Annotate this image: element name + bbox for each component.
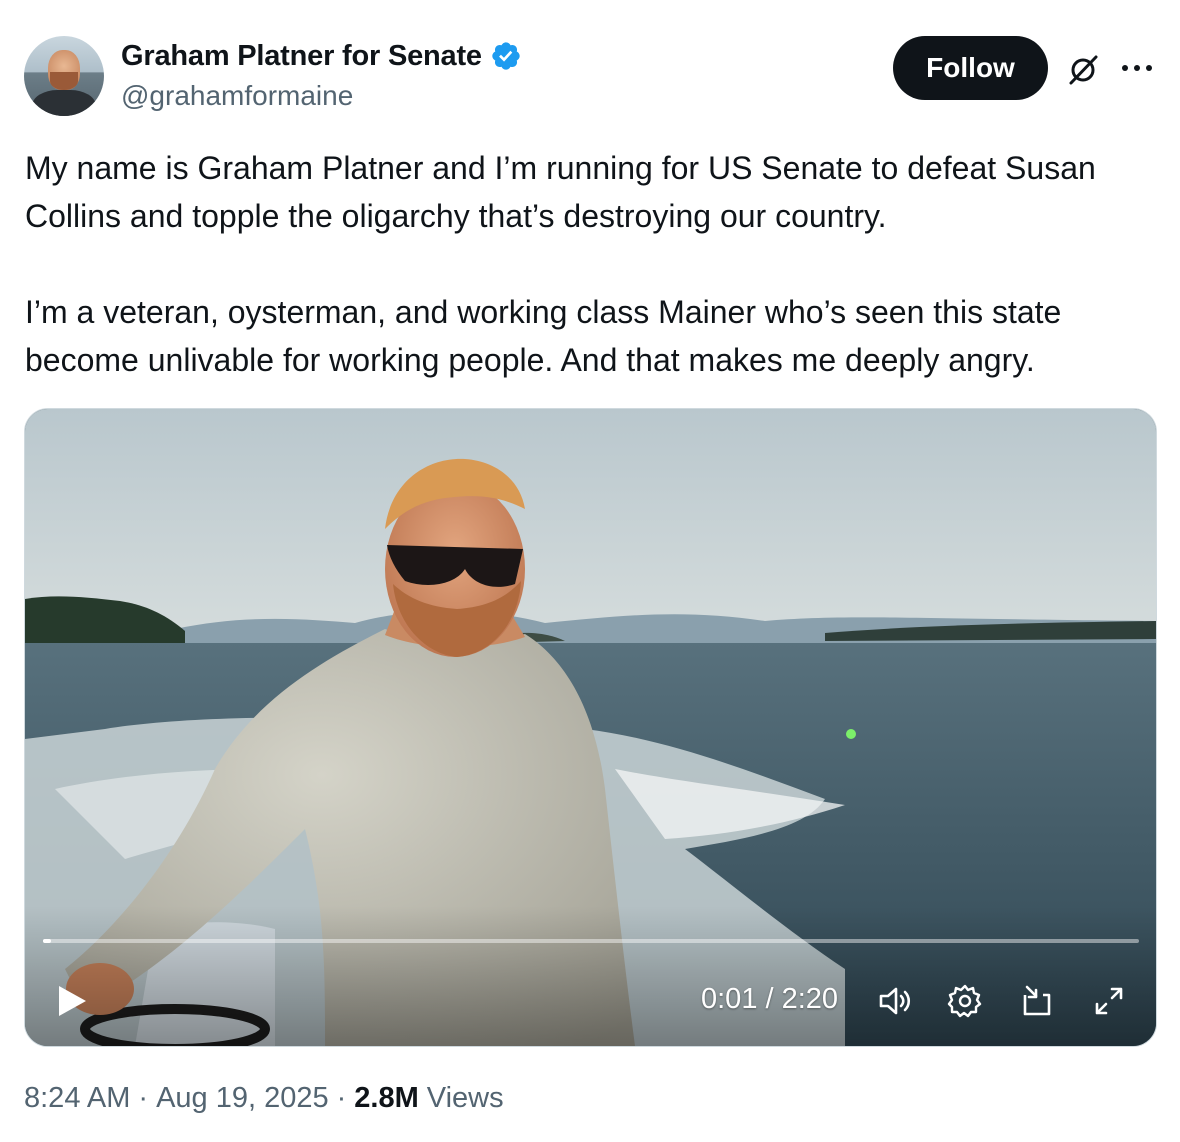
play-icon[interactable] bbox=[53, 983, 89, 1019]
views-count[interactable]: 2.8M bbox=[354, 1082, 418, 1115]
tweet-text: My name is Graham Platner and I’m runnin… bbox=[25, 144, 1160, 384]
views-label: Views bbox=[426, 1082, 504, 1114]
grok-icon[interactable] bbox=[1065, 52, 1101, 88]
picture-in-picture-icon[interactable] bbox=[1019, 983, 1055, 1019]
avatar[interactable] bbox=[24, 36, 104, 116]
verified-badge-icon[interactable] bbox=[490, 40, 522, 72]
controls-overlay bbox=[25, 906, 1156, 1046]
meta-separator: · bbox=[138, 1082, 149, 1114]
video-progress-bar[interactable] bbox=[43, 939, 1139, 943]
avatar-beard bbox=[50, 72, 78, 90]
tweet-date[interactable]: Aug 19, 2025 bbox=[156, 1082, 329, 1115]
video-player[interactable]: 0:01 / 2:20 bbox=[24, 408, 1157, 1047]
follow-button[interactable]: Follow bbox=[893, 36, 1048, 100]
video-progress-fill bbox=[43, 939, 51, 943]
volume-icon[interactable] bbox=[877, 983, 913, 1019]
tweet-paragraph: I’m a veteran, oysterman, and working cl… bbox=[25, 294, 1062, 378]
author-name-row: Graham Platner for Senate bbox=[121, 38, 522, 74]
settings-gear-icon[interactable] bbox=[947, 983, 983, 1019]
tweet-meta: 8:24 AM · Aug 19, 2025 · 2.8M Views bbox=[24, 1082, 504, 1115]
fullscreen-icon[interactable] bbox=[1091, 983, 1127, 1019]
tweet-card: Graham Platner for Senate @grahamformain… bbox=[0, 0, 1180, 1142]
tweet-paragraph: My name is Graham Platner and I’m runnin… bbox=[25, 150, 1096, 234]
author-display-name[interactable]: Graham Platner for Senate bbox=[121, 40, 482, 73]
more-options-icon[interactable] bbox=[1118, 58, 1156, 78]
author-handle[interactable]: @grahamformaine bbox=[121, 80, 353, 112]
video-time: 0:01 / 2:20 bbox=[701, 983, 839, 1015]
meta-separator: · bbox=[336, 1082, 347, 1114]
avatar-shirt bbox=[32, 90, 96, 116]
tweet-time[interactable]: 8:24 AM bbox=[24, 1082, 130, 1115]
